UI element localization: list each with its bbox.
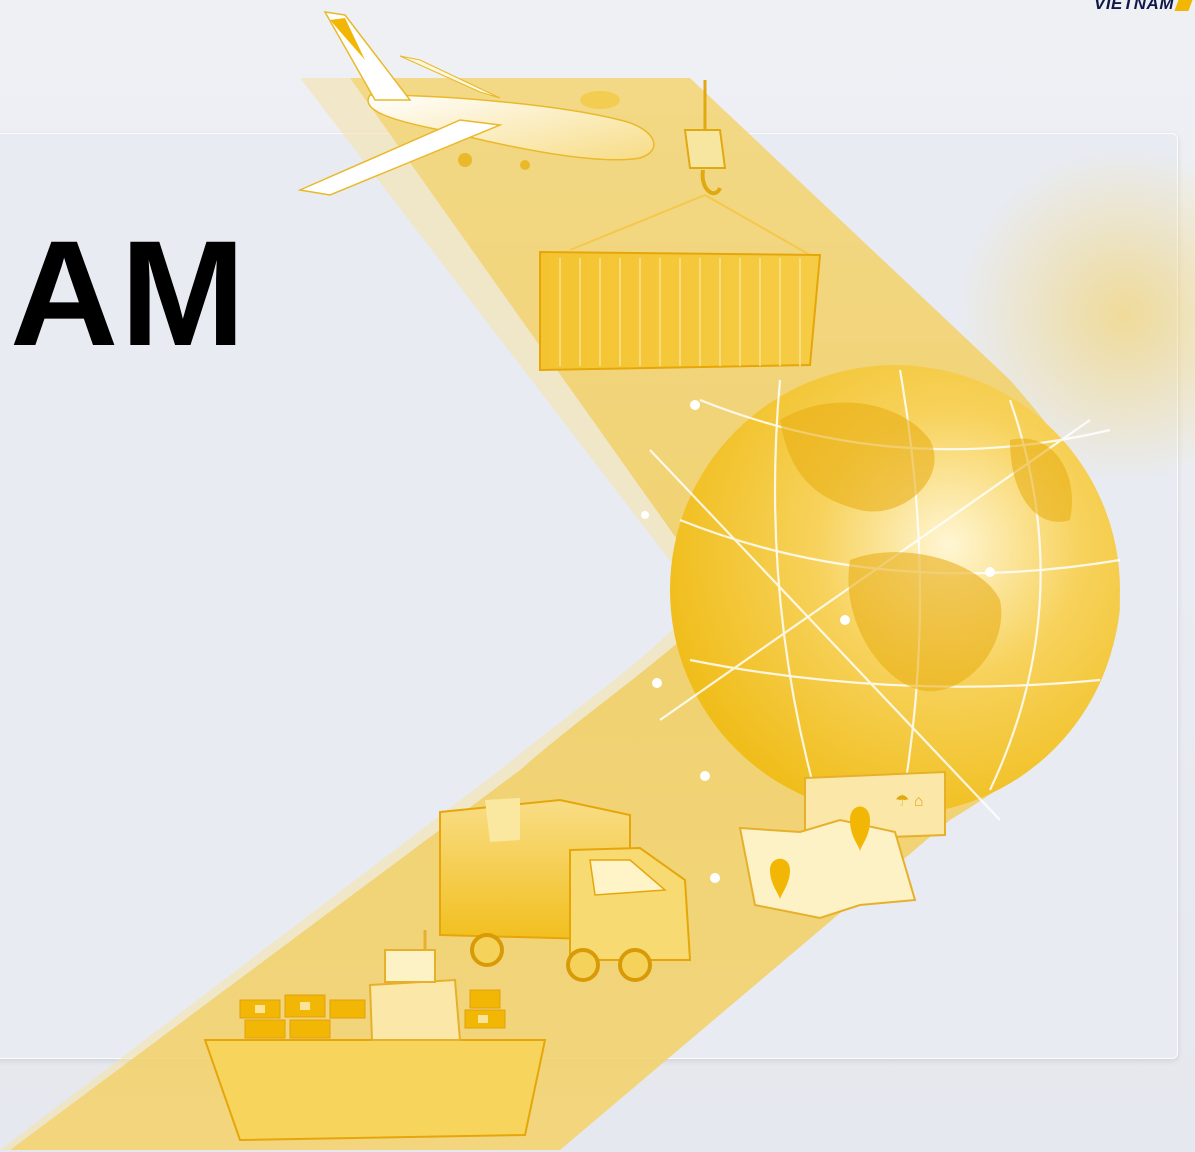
brand-logo: VIETNAM: [1094, 0, 1194, 14]
slide: ☂ ⌂ AM VIETNAM: [0, 0, 1195, 1152]
shipping-container-icon: [539, 250, 822, 372]
brand-text: VIETNAM: [1094, 0, 1174, 13]
brand-mark-icon: [1174, 0, 1194, 11]
logistics-illustration: ☂ ⌂: [0, 11, 1121, 1150]
svg-text:☂ ⌂: ☂ ⌂: [895, 793, 923, 810]
page-title: AM: [10, 209, 248, 377]
